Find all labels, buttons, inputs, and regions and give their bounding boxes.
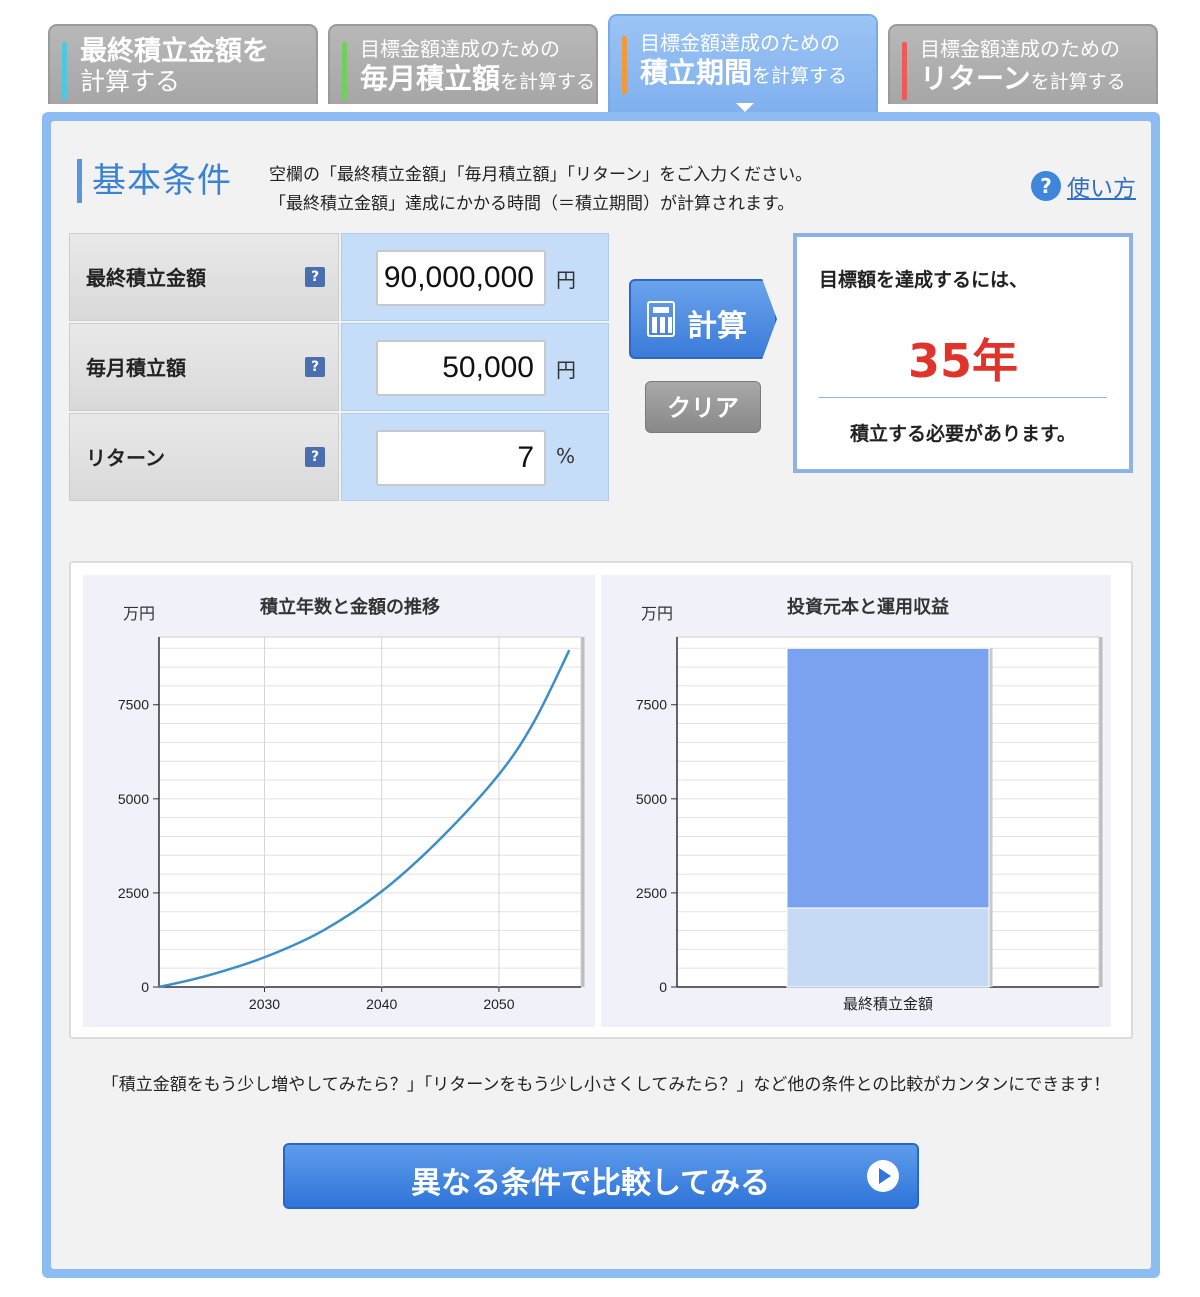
- y-tick-label: 7500: [636, 697, 667, 713]
- monthly-amount-field-cell: 円: [341, 323, 609, 411]
- plot-area: [158, 636, 582, 988]
- final-amount-field-cell: 円: [341, 233, 609, 321]
- bar-chart: 0 2500 5000 7500 万円 投資元本と運用収益最終積立金額: [601, 575, 1111, 1027]
- help-circle-icon: ?: [1031, 171, 1061, 201]
- help-icon[interactable]: ?: [305, 447, 325, 467]
- monthly-amount-label: 毎月積立額: [69, 323, 339, 411]
- section-title: 基本条件: [77, 159, 232, 203]
- tab-monthly-amount[interactable]: 目標金額達成のための 毎月積立額を計算する: [328, 24, 598, 104]
- tab-label: 目標金額達成のための: [360, 37, 560, 61]
- charts-area: 0 2500 5000 7500 万円 積立年数と金額の推移 2030 2040 2050 0 2…: [69, 561, 1133, 1039]
- y-tick-label: 5000: [636, 791, 667, 807]
- panel-content: 基本条件 空欄の「最終積立金額」「毎月積立額」「リターン」をご入力ください。 「…: [51, 121, 1151, 1269]
- return-row: リターン ? %: [69, 413, 609, 501]
- final-amount-input[interactable]: [376, 250, 546, 306]
- result-years: 35年: [907, 334, 1018, 388]
- calculator-icon: [647, 301, 675, 337]
- tab-label: 目標金額達成のための: [920, 37, 1120, 61]
- y-tick-label: 2500: [118, 885, 149, 901]
- tab-label: 目標金額達成のための: [640, 31, 840, 55]
- play-arrow-icon: [867, 1160, 899, 1192]
- result-intro: 目標額を達成するには、: [819, 269, 1029, 291]
- x-category-label: 最終積立金額: [843, 995, 933, 1013]
- y-tick-label: 0: [141, 979, 149, 995]
- intro-line-1: 空欄の「最終積立金額」「毎月積立額」「リターン」をご入力ください。: [269, 165, 813, 185]
- compare-description: 「積立金額をもう少し増やしてみたら？」「リターンをもう少し小さくしてみたら？」な…: [101, 1075, 1111, 1095]
- x-tick-label: 2030: [249, 996, 280, 1012]
- final-amount-label: 最終積立金額: [69, 233, 339, 321]
- tab-sublabel: 積立期間を計算する: [640, 56, 848, 89]
- active-tab-arrow-icon: [736, 103, 754, 112]
- tab-return[interactable]: 目標金額達成のための リターンを計算する: [888, 24, 1158, 104]
- chart-title: 積立年数と金額の推移: [259, 596, 440, 618]
- result-outro: 積立する必要があります。: [849, 423, 1077, 445]
- tab-color-bar: [902, 42, 907, 100]
- result-divider: [819, 397, 1107, 398]
- tab-color-bar: [622, 36, 627, 94]
- tab-color-bar: [342, 42, 347, 100]
- tab-final-amount[interactable]: 最終積立金額を 計算する: [48, 24, 318, 104]
- clear-button[interactable]: クリア: [645, 381, 761, 433]
- y-axis-unit: 万円: [123, 604, 155, 623]
- yen-unit: 円: [556, 358, 576, 382]
- howto-link-text[interactable]: 使い方: [1067, 169, 1136, 203]
- monthly-amount-input[interactable]: [376, 340, 546, 396]
- bar-chart-svg: 0 2500 5000 7500 万円 投資元本と運用収益最終積立金額: [636, 596, 1103, 1013]
- tab-period[interactable]: 目標金額達成のための 積立期間を計算する: [608, 14, 878, 114]
- x-tick-label: 2050: [483, 996, 514, 1012]
- y-tick-label: 5000: [118, 791, 149, 807]
- line-chart: 0 2500 5000 7500 万円 積立年数と金額の推移 2030 2040 2050: [83, 575, 595, 1027]
- final-amount-row: 最終積立金額 ? 円: [69, 233, 609, 321]
- tab-label: 最終積立金額を: [80, 36, 269, 67]
- x-tick-label: 2040: [366, 996, 397, 1012]
- return-label: リターン: [69, 413, 339, 501]
- chart-title: 投資元本と運用収益: [787, 596, 949, 618]
- tab-sublabel: リターンを計算する: [920, 62, 1126, 95]
- help-icon[interactable]: ?: [305, 357, 325, 377]
- compare-button-label: 異なる条件で比較してみる: [411, 1166, 771, 1201]
- intro-line-2: 「最終積立金額」達成にかかる時間（＝積立期間）が計算されます。: [269, 194, 795, 214]
- calculator-panel: 基本条件 空欄の「最終積立金額」「毎月積立額」「リターン」をご入力ください。 「…: [42, 112, 1160, 1278]
- howto-link[interactable]: ? 使い方: [1031, 169, 1136, 203]
- return-input[interactable]: [376, 430, 546, 486]
- y-tick-label: 7500: [118, 697, 149, 713]
- compare-button[interactable]: 異なる条件で比較してみる: [283, 1143, 919, 1209]
- y-tick-label: 2500: [636, 885, 667, 901]
- calculate-button[interactable]: 計算: [629, 279, 777, 359]
- result-box: 目標額を達成するには、 35年 積立する必要があります。: [793, 233, 1133, 473]
- bar-principal: [786, 907, 990, 988]
- return-field-cell: %: [341, 413, 609, 501]
- tab-sublabel: 毎月積立額を計算する: [360, 62, 596, 95]
- y-axis-unit: 万円: [641, 604, 673, 623]
- tab-color-bar: [62, 42, 67, 100]
- calculator-tabs: 最終積立金額を 計算する 目標金額達成のための 毎月積立額を計算する 目標金額達…: [48, 14, 1160, 114]
- yen-unit: 円: [556, 268, 576, 292]
- bar-return: [786, 647, 990, 909]
- help-icon[interactable]: ?: [305, 267, 325, 287]
- monthly-amount-row: 毎月積立額 ? 円: [69, 323, 609, 411]
- line-chart-svg: 0 2500 5000 7500 万円 積立年数と金額の推移 2030 2040 2050: [118, 596, 585, 1012]
- y-tick-label: 0: [659, 979, 667, 995]
- calculate-button-label: 計算: [687, 309, 747, 344]
- percent-unit: %: [556, 444, 576, 468]
- tab-sublabel: 計算する: [80, 67, 181, 96]
- intro-text: 空欄の「最終積立金額」「毎月積立額」「リターン」をご入力ください。 「最終積立金…: [269, 161, 812, 219]
